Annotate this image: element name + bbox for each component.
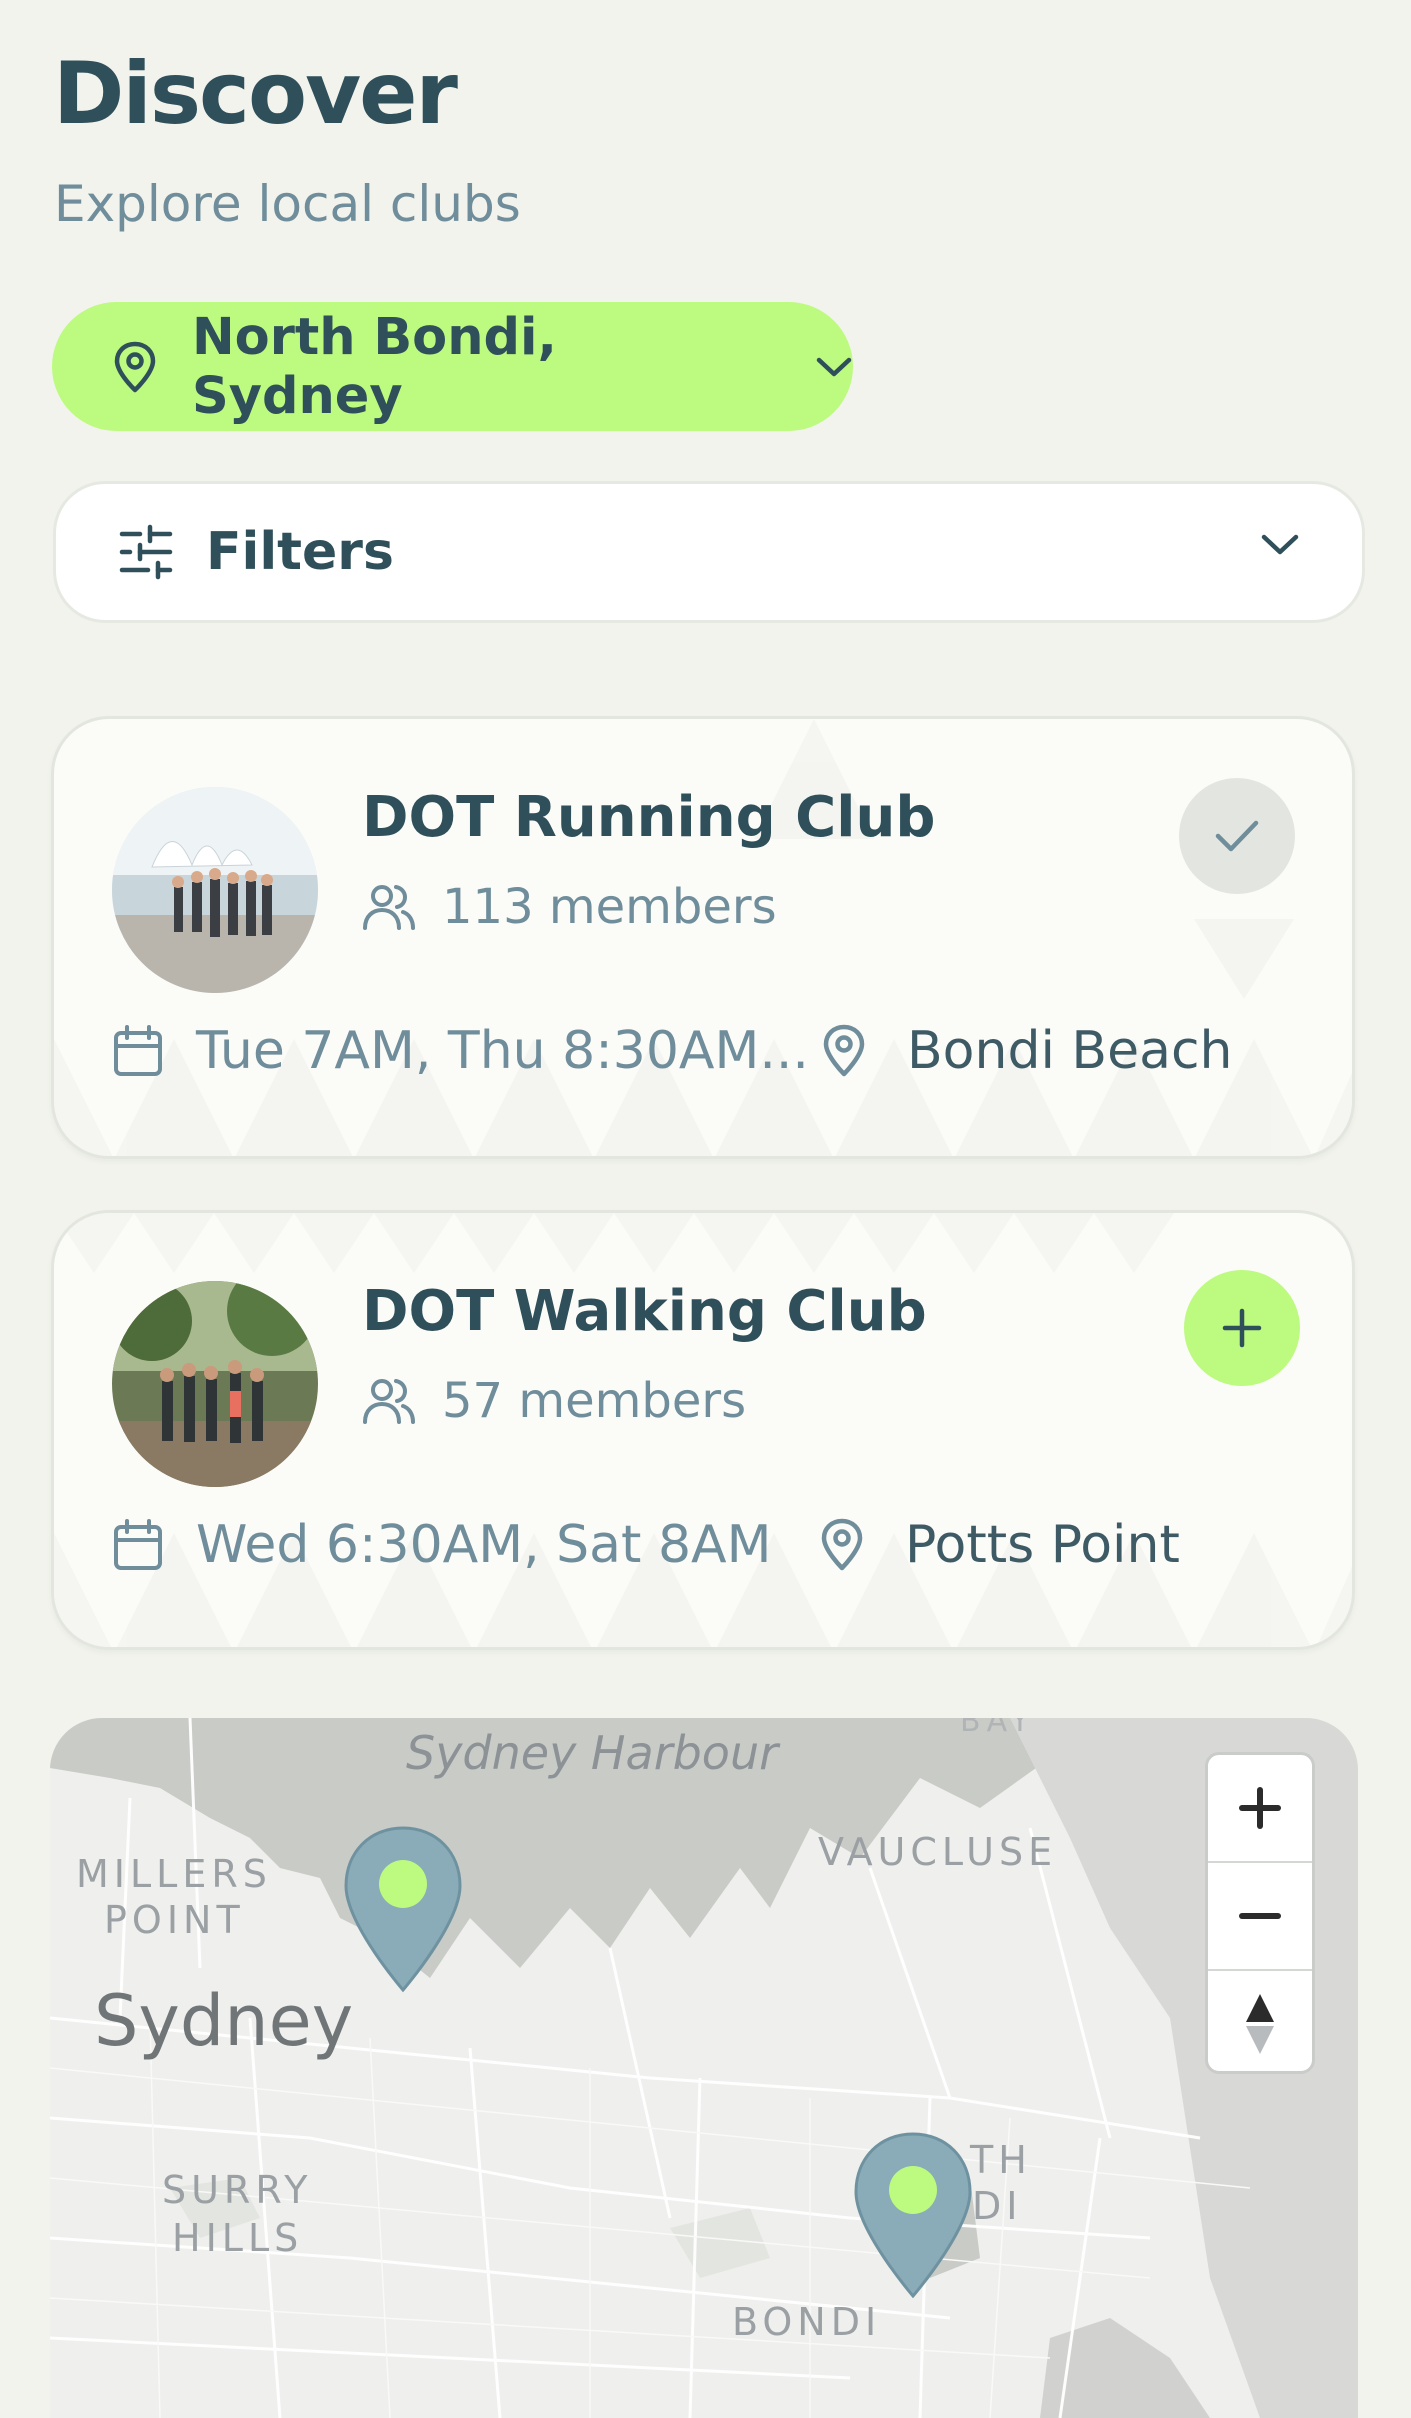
club-avatar — [112, 1281, 318, 1487]
map-pin-walking-club[interactable] — [340, 1824, 466, 2000]
location-label: North Bondi, Sydney — [192, 307, 557, 426]
filters-dropdown[interactable]: Filters — [53, 481, 1365, 623]
page-subtitle: Explore local clubs — [54, 175, 521, 233]
map-label-hills: HILLS — [172, 2216, 304, 2260]
map-label-bay: BAY — [960, 1718, 1036, 1739]
club-schedule: Tue 7AM, Thu 8:30AM... — [112, 1021, 809, 1081]
chevron-down-icon — [1260, 532, 1300, 562]
club-card-walking[interactable]: DOT Walking Club 57 members Wed 6:30AM, … — [51, 1210, 1355, 1650]
sliders-icon — [118, 524, 174, 580]
filters-label: Filters — [206, 522, 394, 582]
club-schedule: Wed 6:30AM, Sat 8AM — [112, 1515, 771, 1575]
clubs-map[interactable]: Sydney Harbour BAY MILLERS POINT VAUCLUS… — [50, 1718, 1358, 2418]
location-pin-icon — [821, 1023, 867, 1079]
schedule-text: Wed 6:30AM, Sat 8AM — [196, 1515, 772, 1575]
location-selector[interactable]: North Bondi, Sydney — [52, 302, 853, 431]
location-text: Bondi Beach — [907, 1021, 1233, 1081]
schedule-text: Tue 7AM, Thu 8:30AM... — [196, 1021, 809, 1081]
location-pin-icon — [112, 340, 158, 394]
map-label-harbour: Sydney Harbour — [406, 1726, 779, 1780]
club-card-running[interactable]: DOT Running Club 113 members Tue 7AM, Th… — [51, 716, 1355, 1159]
map-label-sydney: Sydney — [94, 1980, 354, 2062]
map-zoom-controls — [1205, 1752, 1315, 2074]
compass-button[interactable] — [1208, 1971, 1312, 2071]
zoom-out-button[interactable] — [1208, 1863, 1312, 1971]
club-location: Bondi Beach — [821, 1021, 1233, 1081]
users-icon — [362, 1376, 416, 1426]
club-members: 113 members — [362, 879, 777, 935]
minus-icon — [1238, 1910, 1282, 1922]
location-pin-icon — [819, 1517, 865, 1573]
club-avatar — [112, 787, 318, 993]
members-count: 57 members — [442, 1373, 747, 1429]
club-name: DOT Walking Club — [362, 1279, 927, 1344]
map-label-di: DI — [972, 2184, 1023, 2228]
zoom-in-button[interactable] — [1208, 1755, 1312, 1863]
members-count: 113 members — [442, 879, 777, 935]
calendar-icon — [112, 1024, 164, 1078]
map-label-th: TH — [970, 2138, 1032, 2182]
map-base — [50, 1718, 1358, 2418]
users-icon — [362, 882, 416, 932]
club-members: 57 members — [362, 1373, 746, 1429]
map-label-surry: SURRY — [162, 2168, 313, 2212]
map-pin-running-club[interactable] — [850, 2130, 976, 2306]
location-text: Potts Point — [905, 1515, 1180, 1575]
club-location: Potts Point — [819, 1515, 1180, 1575]
compass-icon — [1243, 1992, 1277, 2056]
page-title: Discover — [53, 44, 458, 144]
chevron-down-icon — [815, 355, 853, 379]
club-name: DOT Running Club — [362, 785, 936, 850]
join-button[interactable] — [1184, 1270, 1300, 1386]
map-label-millers: MILLERS — [76, 1852, 272, 1896]
joined-button[interactable] — [1179, 778, 1295, 894]
plus-icon — [1238, 1786, 1282, 1830]
map-label-bondi: BONDI — [732, 2300, 882, 2344]
check-icon — [1213, 818, 1261, 854]
calendar-icon — [112, 1518, 164, 1572]
map-label-vaucluse: VAUCLUSE — [818, 1830, 1058, 1874]
map-label-point: POINT — [104, 1898, 245, 1942]
plus-icon — [1220, 1306, 1264, 1350]
